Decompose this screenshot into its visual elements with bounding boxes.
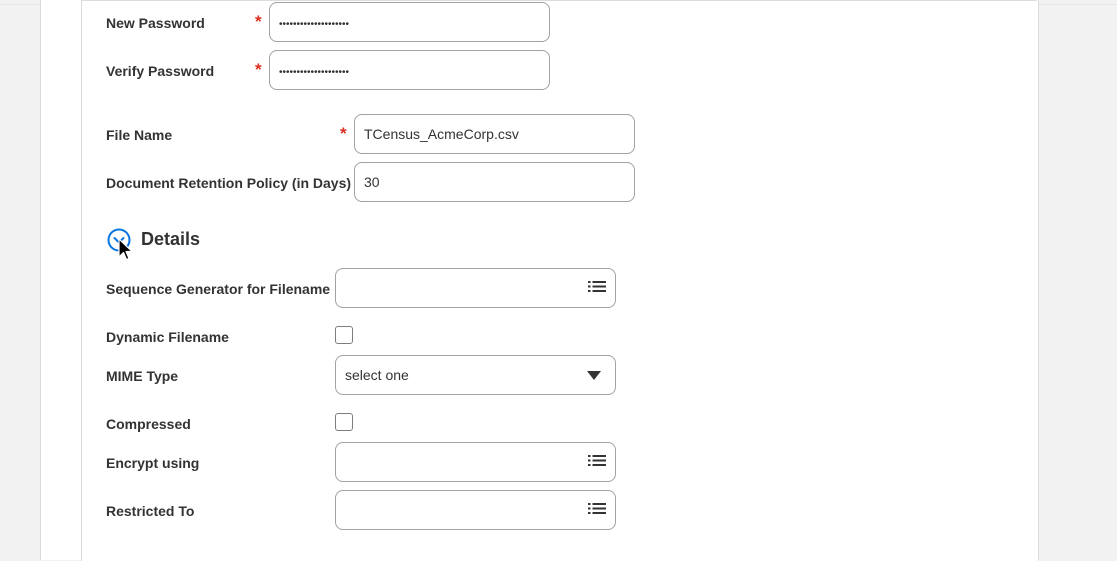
restricted-to-input[interactable] — [335, 490, 616, 530]
required-marker: * — [255, 12, 262, 31]
restricted-to-label: Restricted To — [106, 503, 195, 519]
sequence-generator-input[interactable] — [335, 268, 616, 308]
dynamic-filename-checkbox[interactable] — [335, 326, 353, 344]
new-password-label: New Password — [106, 15, 205, 31]
dynamic-filename-label: Dynamic Filename — [106, 329, 229, 345]
file-name-label: File Name — [106, 127, 173, 143]
mime-type-label: MIME Type — [106, 368, 179, 384]
retention-value: 30 — [364, 174, 380, 190]
compressed-label: Compressed — [106, 416, 191, 432]
details-section-title: Details — [141, 229, 201, 249]
file-name-value: TCensus_AcmeCorp.csv — [364, 126, 519, 142]
mime-type-value: select one — [345, 367, 409, 383]
list-icon[interactable] — [588, 280, 606, 296]
retention-input[interactable]: 30 — [354, 162, 635, 202]
verify-password-input[interactable]: •••••••••••••••••••• — [269, 50, 550, 90]
new-password-input[interactable]: •••••••••••••••••••• — [269, 2, 550, 42]
retention-label: Document Retention Policy (in Days) — [106, 175, 352, 191]
compressed-checkbox[interactable] — [335, 413, 353, 431]
encrypt-using-label: Encrypt using — [106, 455, 200, 471]
file-name-input[interactable]: TCensus_AcmeCorp.csv — [354, 114, 635, 154]
new-password-value: •••••••••••••••••••• — [279, 19, 350, 30]
mime-type-select[interactable]: select one — [335, 355, 616, 395]
required-marker: * — [255, 60, 262, 79]
verify-password-value: •••••••••••••••••••• — [279, 67, 350, 78]
dropdown-arrow-icon[interactable] — [587, 371, 601, 380]
encrypt-using-input[interactable] — [335, 442, 616, 482]
verify-password-label: Verify Password — [106, 63, 215, 79]
mouse-cursor-icon — [118, 238, 133, 261]
list-icon[interactable] — [588, 502, 606, 518]
list-icon[interactable] — [588, 454, 606, 470]
sequence-generator-label: Sequence Generator for Filename — [106, 281, 331, 297]
required-marker: * — [340, 124, 347, 143]
